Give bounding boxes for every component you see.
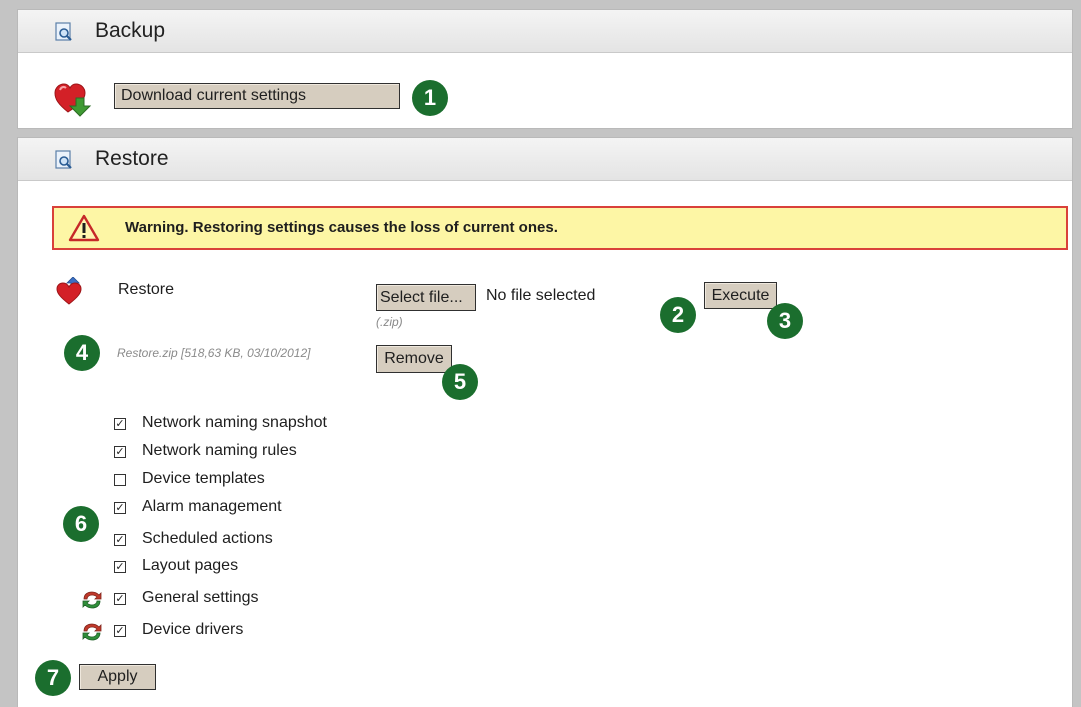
option-checkbox[interactable] — [114, 474, 126, 486]
callout-badge: 3 — [767, 303, 803, 339]
option-checkbox[interactable]: ✓ — [114, 561, 126, 573]
file-info-text: Restore.zip [518,63 KB, 03/10/2012] — [117, 346, 311, 360]
callout-badge: 2 — [660, 297, 696, 333]
callout-badge: 6 — [63, 506, 99, 542]
option-label: Layout pages — [142, 557, 239, 574]
option-label: Device templates — [142, 470, 265, 487]
apply-button[interactable]: Apply — [79, 664, 156, 690]
option-checkbox[interactable]: ✓ — [114, 418, 126, 430]
download-heart-icon — [54, 83, 92, 117]
option-label: Network naming snapshot — [142, 414, 327, 431]
option-checkbox[interactable]: ✓ — [114, 502, 126, 514]
option-checkbox[interactable]: ✓ — [114, 446, 126, 458]
option-checkbox[interactable]: ✓ — [114, 625, 126, 637]
restore-header: Restore — [18, 138, 1072, 181]
option-checkbox[interactable]: ✓ — [114, 534, 126, 546]
file-type-hint: (.zip) — [376, 315, 403, 329]
document-search-icon — [55, 150, 72, 169]
backup-panel: Backup Download current settings 1 — [17, 9, 1073, 129]
refresh-icon — [82, 591, 102, 609]
warning-banner: Warning. Restoring settings causes the l… — [52, 206, 1068, 250]
execute-button[interactable]: Execute — [704, 282, 777, 309]
option-label: Scheduled actions — [142, 530, 273, 547]
download-settings-button[interactable]: Download current settings — [114, 83, 400, 109]
restore-label: Restore — [118, 281, 175, 298]
restore-panel: Restore Warning. Restoring settings caus… — [17, 137, 1073, 707]
callout-badge: 7 — [35, 660, 71, 696]
warning-text: Warning. Restoring settings causes the l… — [125, 219, 558, 236]
option-label: General settings — [142, 589, 259, 606]
restore-title: Restore — [95, 147, 169, 170]
file-status-text: No file selected — [486, 287, 596, 304]
restore-upload-icon — [56, 277, 82, 305]
option-label: Network naming rules — [142, 442, 297, 459]
refresh-icon — [82, 623, 102, 641]
callout-badge: 4 — [64, 335, 100, 371]
option-checkbox[interactable]: ✓ — [114, 593, 126, 605]
backup-title: Backup — [95, 19, 166, 42]
warning-icon — [68, 214, 100, 242]
backup-header: Backup — [18, 10, 1072, 53]
document-search-icon — [55, 22, 72, 41]
option-label: Device drivers — [142, 621, 244, 638]
select-file-button[interactable]: Select file... — [376, 284, 476, 311]
remove-button[interactable]: Remove — [376, 345, 452, 373]
callout-badge: 1 — [412, 80, 448, 116]
callout-badge: 5 — [442, 364, 478, 400]
option-label: Alarm management — [142, 498, 282, 515]
